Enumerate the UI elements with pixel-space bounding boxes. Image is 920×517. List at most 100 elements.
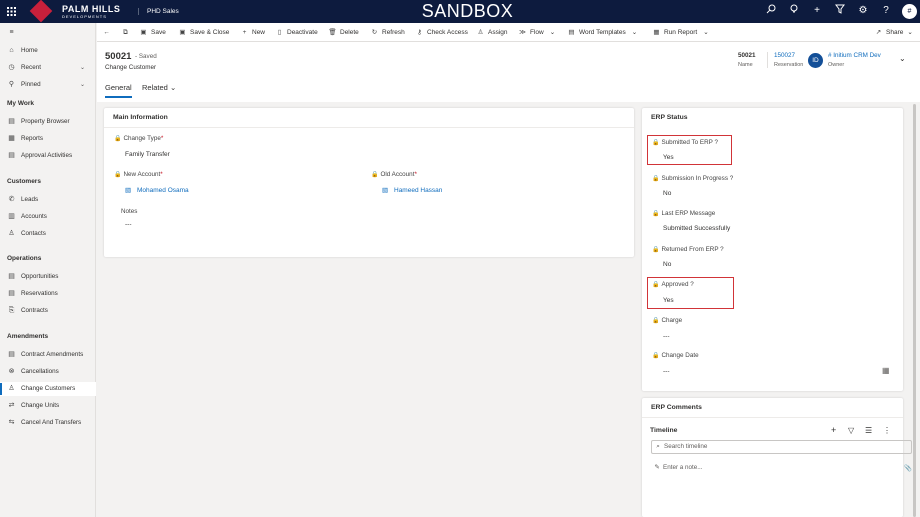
approved-label: 🔒 Approved ?: [652, 281, 694, 288]
tab-related[interactable]: Related ⌄: [142, 83, 176, 92]
tab-general[interactable]: General: [105, 83, 132, 98]
open-in-new-window-button[interactable]: ⧉: [121, 26, 133, 39]
lock-icon: 🔒: [652, 176, 660, 182]
filter-icon[interactable]: ▽: [848, 426, 854, 435]
sidebar-item-pinned[interactable]: ⚲ Pinned ⌄: [0, 78, 96, 92]
gear-icon[interactable]: ⚙: [856, 4, 870, 18]
header-field-name: 50021 Name: [738, 52, 756, 68]
old-account-link[interactable]: ▧ Hameed Hassan: [382, 186, 442, 194]
sidebar-item-reservations[interactable]: ▤ Reservations: [0, 287, 96, 301]
sidebar-item-recent[interactable]: ◷ Recent ⌄: [0, 61, 96, 75]
app-name[interactable]: PHD Sales: [138, 8, 179, 15]
delete-button[interactable]: 🗑 Delete: [328, 26, 358, 39]
add-timeline-icon[interactable]: +: [831, 425, 836, 435]
share-icon: ↗: [875, 29, 882, 36]
change-date-label: 🔒 Change Date: [652, 352, 699, 359]
swap-icon: ⇄: [8, 402, 15, 409]
brand-logo[interactable]: PALM HILLS DEVELOPMENTS: [29, 0, 121, 23]
sidebar-group-title: Customers: [7, 178, 41, 185]
submitted-to-erp-value: Yes: [663, 154, 674, 161]
sidebar-item-change-units[interactable]: ⇄ Change Units: [0, 399, 96, 413]
environment-label: SANDBOX: [421, 1, 514, 21]
page-scrollbar[interactable]: [913, 104, 916, 517]
flow-button[interactable]: ≫ Flow ⌄: [518, 26, 555, 39]
required-marker: *: [160, 135, 164, 142]
submission-in-progress-label: 🔒 Submission In Progress ?: [652, 175, 734, 182]
user-avatar[interactable]: #: [902, 4, 917, 19]
sidebar-group-title: Operations: [7, 255, 42, 262]
list-view-icon[interactable]: ☰: [865, 426, 872, 435]
key-icon: ⚷: [417, 29, 422, 36]
filter-icon[interactable]: [833, 4, 847, 18]
save-button[interactable]: ▣ Save: [139, 26, 165, 39]
header-expand-chevron-icon[interactable]: ⌄: [899, 54, 906, 63]
share-button[interactable]: ↗ Share ⌄: [874, 26, 913, 39]
submitted-to-erp-label: 🔒 Submitted To ERP ?: [652, 139, 718, 146]
header-reservation-link[interactable]: 150027: [774, 52, 803, 59]
calendar-icon[interactable]: ▦: [882, 366, 890, 375]
sidebar-item-contacts[interactable]: ♙ Contacts: [0, 227, 96, 241]
enter-note-field[interactable]: ✎ Enter a note... 📎: [651, 464, 912, 472]
sidebar-item-opportunities[interactable]: ▤ Opportunities: [0, 270, 96, 284]
approved-value: Yes: [663, 297, 674, 304]
sidebar-item-contract-amendments[interactable]: ▤ Contract Amendments: [0, 348, 96, 362]
new-account-link[interactable]: ▧ Mohamed Osama: [125, 186, 189, 194]
person-icon: ♙: [8, 230, 15, 237]
sidebar-item-contracts[interactable]: ⎘ Contracts: [0, 304, 96, 318]
check-access-button[interactable]: ⚷ Check Access: [415, 26, 468, 39]
trash-icon: 🗑: [328, 29, 337, 36]
record-header: 50021 - Saved Change Customer General Re…: [97, 42, 920, 102]
header-owner-link[interactable]: # Initium CRM Dev: [828, 52, 881, 59]
header-owner-label: Owner: [828, 62, 845, 68]
building-icon: ▥: [8, 213, 15, 220]
assign-button[interactable]: ♙ Assign: [476, 26, 508, 39]
save-and-close-button[interactable]: ▣ Save & Close: [178, 26, 229, 39]
sidebar-item-cancel-and-transfers[interactable]: ⇆ Cancel And Transfers: [0, 416, 96, 430]
timeline-search-input[interactable]: ⌕ Search timeline: [651, 440, 912, 454]
more-options-icon[interactable]: ⋮: [883, 426, 891, 435]
sidebar-menu-toggle[interactable]: ≡: [0, 26, 96, 40]
sidebar-item-home[interactable]: ⌂ Home: [0, 44, 96, 58]
sidebar-item-cancellations[interactable]: ⊗ Cancellations: [0, 365, 96, 379]
sidebar-item-approval-activities[interactable]: ▤ Approval Activities: [0, 149, 96, 163]
sidebar-item-change-customers[interactable]: ♙ Change Customers: [0, 382, 96, 396]
returned-from-erp-label: 🔒 Returned From ERP ?: [652, 246, 724, 253]
document-icon: ▤: [8, 290, 15, 297]
new-account-label: 🔒 New Account*: [114, 171, 163, 178]
lock-icon: 🔒: [652, 353, 660, 359]
report-icon: ▦: [8, 135, 15, 142]
account-icon: ▧: [382, 187, 389, 194]
main-information-section: Main Information 🔒 Change Type* Family Tr…: [104, 108, 634, 257]
owner-avatar: ID: [808, 53, 823, 68]
word-templates-button[interactable]: ▤ Word Templates ⌄: [567, 26, 637, 39]
chevron-down-icon: ⌄: [703, 29, 709, 36]
change-date-value: ---: [663, 368, 670, 375]
deactivate-button[interactable]: ▯ Deactivate: [275, 26, 318, 39]
erp-comments-section: ERP Comments Timeline + ▽ ☰ ⋮ ⌕ Search ti…: [642, 398, 912, 517]
help-icon[interactable]: ?: [879, 4, 893, 18]
new-button[interactable]: + New: [240, 26, 265, 39]
sidebar-item-property-browser[interactable]: ▤ Property Browser: [0, 115, 96, 129]
run-report-button[interactable]: ▦ Run Report ⌄: [652, 26, 709, 39]
lock-icon: 🔒: [114, 172, 122, 178]
refresh-icon: ↻: [371, 29, 378, 36]
app-launcher-icon[interactable]: [7, 7, 16, 16]
divider: [642, 417, 903, 418]
lightbulb-icon[interactable]: [787, 4, 801, 18]
attachment-icon[interactable]: 📎: [904, 464, 912, 472]
sidebar-item-reports[interactable]: ▦ Reports: [0, 132, 96, 146]
brand-name: PALM HILLS: [62, 4, 121, 14]
header-name-value: 50021: [738, 52, 756, 59]
record-title: 50021: [105, 51, 132, 62]
notes-value[interactable]: ---: [125, 221, 132, 228]
plus-icon[interactable]: +: [810, 4, 824, 18]
sidebar-group-title: Amendments: [7, 333, 49, 340]
refresh-button[interactable]: ↻ Refresh: [370, 26, 405, 39]
sidebar-item-accounts[interactable]: ▥ Accounts: [0, 210, 96, 224]
search-icon[interactable]: [764, 4, 778, 18]
popout-icon: ⧉: [123, 29, 128, 36]
home-icon: ⌂: [9, 47, 14, 54]
chevron-down-icon: ⌄: [907, 29, 913, 36]
sidebar-item-leads[interactable]: ✆ Leads: [0, 193, 96, 207]
back-button[interactable]: ←: [102, 26, 114, 39]
